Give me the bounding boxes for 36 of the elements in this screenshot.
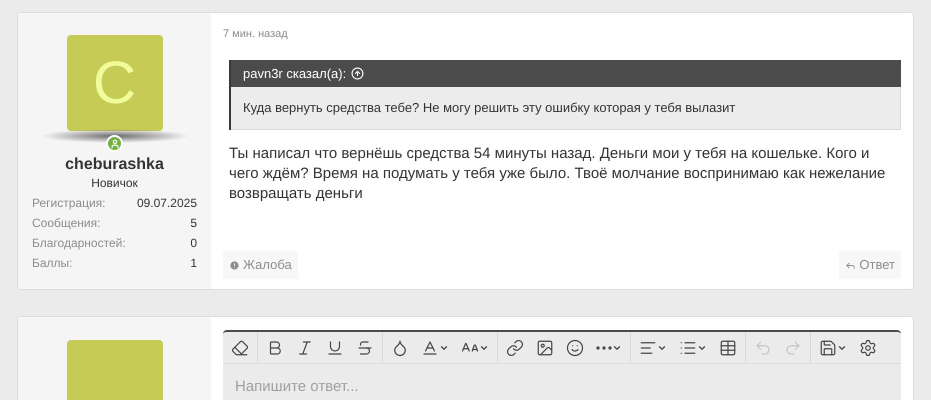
underline-icon bbox=[326, 338, 344, 356]
quote-text: Куда вернуть средства тебе? Не могу решить эту ошибку которая у тебя вылазит bbox=[231, 87, 901, 130]
stat-label: Регистрация: bbox=[32, 195, 106, 212]
report-button[interactable]: Жалоба bbox=[223, 251, 298, 279]
reply-input-field[interactable]: Напишите ответ... bbox=[223, 364, 901, 400]
username[interactable]: cheburashka bbox=[65, 155, 164, 175]
quote-author[interactable]: pavn3r сказал(а): bbox=[243, 64, 346, 84]
post-time[interactable]: 7 мин. назад bbox=[223, 27, 288, 41]
image-icon bbox=[536, 338, 554, 356]
table-icon bbox=[719, 338, 737, 356]
alert-icon bbox=[229, 260, 240, 270]
smiley-icon bbox=[566, 338, 584, 356]
italic-icon bbox=[296, 338, 314, 356]
stat-value: 09.07.2025 bbox=[136, 195, 197, 212]
avatar: C bbox=[66, 35, 162, 131]
settings-icon bbox=[859, 338, 877, 356]
user-rank: Новичок bbox=[91, 175, 138, 191]
stat-label: Благодарностей: bbox=[32, 235, 126, 252]
droplet-icon bbox=[391, 338, 409, 356]
more-icon bbox=[596, 346, 612, 350]
stat-label: Сообщения: bbox=[32, 215, 100, 232]
undo-icon bbox=[754, 338, 772, 356]
stat-label: Баллы: bbox=[32, 255, 73, 272]
save-icon bbox=[819, 338, 837, 356]
post-message: Ты написал что вернёшь средства 54 минуты назад. Деньги мои у тебя на кошельке. Кого и чего ждём? Время на подумать у тебя уже было. Твоё молчание воспринимаю как нежелание возвращать деньги bbox=[229, 144, 886, 204]
font-color-icon bbox=[421, 338, 439, 356]
stat-value: 1 bbox=[190, 255, 197, 272]
link-icon bbox=[506, 338, 524, 356]
strikethrough-icon bbox=[356, 338, 374, 356]
jump-up-icon[interactable] bbox=[351, 67, 364, 80]
reply-button[interactable]: Ответ bbox=[839, 251, 901, 279]
redo-icon bbox=[784, 338, 802, 356]
reply-icon bbox=[845, 260, 856, 270]
stat-value: 0 bbox=[190, 235, 197, 252]
eraser-icon bbox=[231, 338, 249, 356]
stat-value: 5 bbox=[190, 215, 197, 232]
